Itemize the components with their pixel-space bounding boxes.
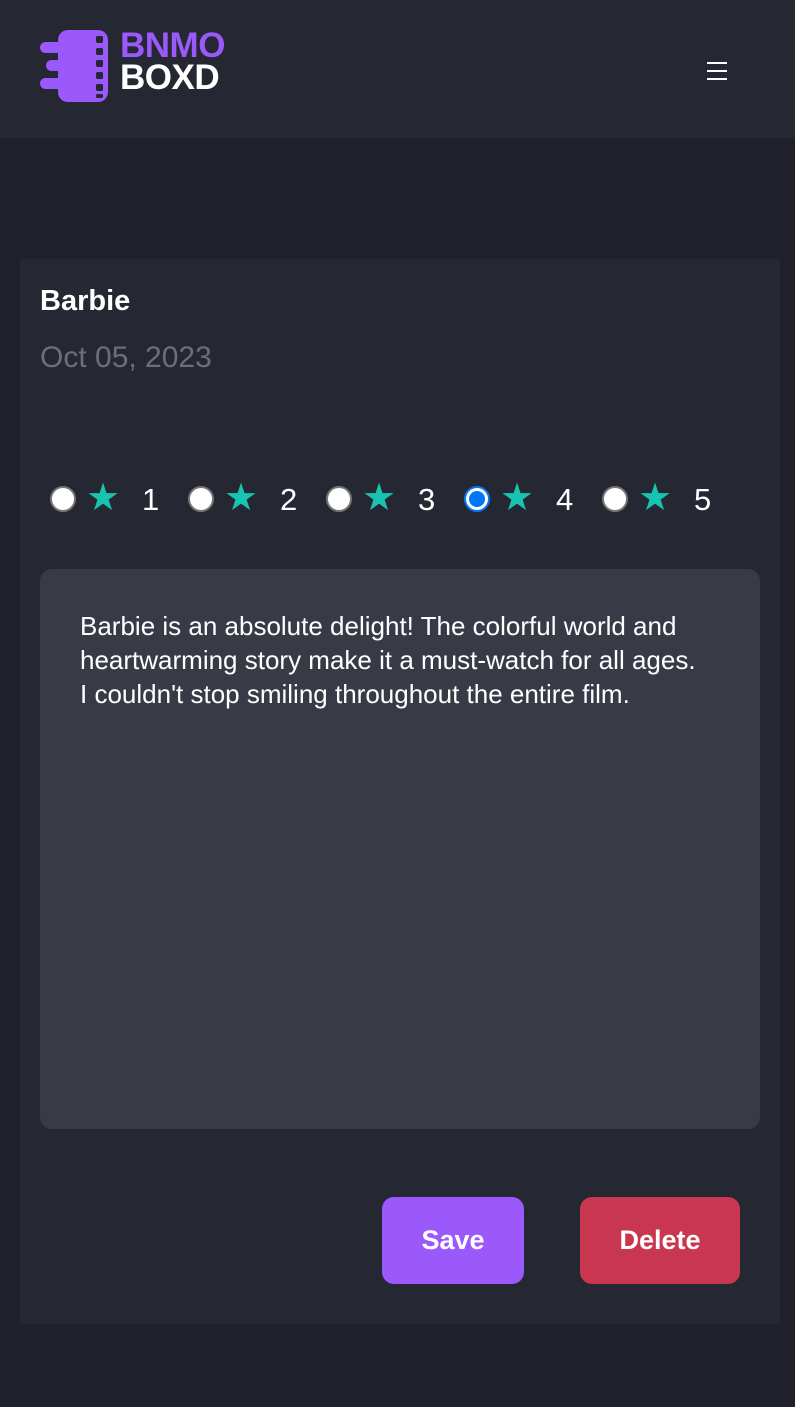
review-card: Barbie Oct 05, 2023 ★ 1 ★ 2 ★ 3 ★ 4 ★ 5 …: [20, 259, 780, 1324]
rating-label-1: 1: [142, 482, 160, 517]
rating-radio-4[interactable]: [464, 486, 490, 512]
rating-radio-1[interactable]: [50, 486, 76, 512]
movie-title: Barbie: [40, 285, 131, 317]
rating-radio-2[interactable]: [188, 486, 214, 512]
logo-line-2: BOXD: [120, 58, 220, 97]
rating-label-2: 2: [280, 482, 298, 517]
save-button[interactable]: Save: [382, 1197, 524, 1284]
rating-label-4: 4: [556, 482, 574, 517]
hamburger-menu-icon[interactable]: [700, 56, 734, 86]
star-icon: ★: [638, 477, 673, 519]
star-icon: ★: [86, 477, 121, 519]
review-textarea[interactable]: Barbie is an absolute delight! The color…: [40, 569, 760, 1129]
star-icon: ★: [500, 477, 535, 519]
rating-label-3: 3: [418, 482, 436, 517]
logo-text: BNMO BOXD: [120, 28, 225, 97]
film-strip-icon: [40, 30, 108, 102]
star-icon: ★: [362, 477, 397, 519]
rating-label-5: 5: [694, 482, 712, 517]
review-date: Oct 05, 2023: [40, 341, 212, 374]
rating-radio-3[interactable]: [326, 486, 352, 512]
logo[interactable]: BNMO BOXD: [40, 28, 240, 104]
navbar: BNMO BOXD: [0, 0, 795, 138]
delete-button[interactable]: Delete: [580, 1197, 740, 1284]
star-icon: ★: [224, 477, 259, 519]
rating-radio-5[interactable]: [602, 486, 628, 512]
